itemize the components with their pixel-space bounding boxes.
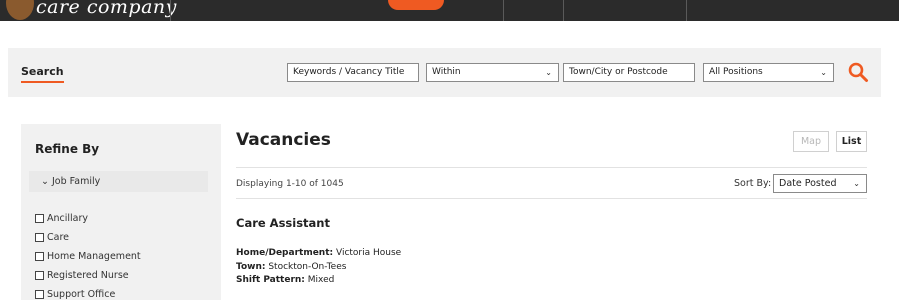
job-family-filter-list: Ancillary Care Home Management Registere… <box>35 209 141 300</box>
checkbox[interactable] <box>35 271 44 280</box>
results-count: Displaying 1-10 of 1045 <box>236 179 344 189</box>
list-view-button[interactable]: List <box>836 131 867 152</box>
refine-heading: Refine By <box>35 142 100 156</box>
job-family-toggle[interactable]: ⌄ Job Family <box>29 171 208 192</box>
header-divider <box>170 0 171 21</box>
filter-label: Home Management <box>47 251 141 262</box>
keywords-input[interactable]: Keywords / Vacancy Title <box>287 63 419 82</box>
positions-select[interactable]: All Positions ⌄ <box>703 63 834 82</box>
chevron-down-icon: ⌄ <box>853 179 860 188</box>
detail-label: Town: <box>236 262 266 272</box>
detail-value: Victoria House <box>335 248 402 258</box>
logo-mark-icon <box>6 0 34 20</box>
checkbox[interactable] <box>35 252 44 261</box>
nav-active-item[interactable] <box>388 0 444 10</box>
within-select-value: Within <box>432 67 461 77</box>
filter-label: Ancillary <box>47 213 89 224</box>
chevron-down-icon: ⌄ <box>545 68 552 77</box>
chevron-down-icon: ⌄ <box>41 176 49 187</box>
search-icon[interactable] <box>847 61 869 83</box>
filter-item-support-office[interactable]: Support Office <box>35 285 141 300</box>
top-header: care company <box>0 0 899 21</box>
checkbox[interactable] <box>35 214 44 223</box>
filter-label: Care <box>47 232 69 243</box>
page-title: Vacancies <box>236 130 331 150</box>
vacancy-town-row: Town: Stockton-On-Tees <box>236 262 346 272</box>
filter-item-ancillary[interactable]: Ancillary <box>35 209 141 228</box>
vacancy-title-link[interactable]: Care Assistant <box>236 216 330 230</box>
sort-label: Sort By: <box>734 178 772 189</box>
detail-value: Mixed <box>307 275 335 285</box>
checkbox[interactable] <box>35 290 44 299</box>
detail-value: Stockton-On-Tees <box>268 262 347 272</box>
filter-item-registered-nurse[interactable]: Registered Nurse <box>35 266 141 285</box>
chevron-down-icon: ⌄ <box>820 68 827 77</box>
job-family-label: Job Family <box>52 176 101 187</box>
filter-item-care[interactable]: Care <box>35 228 141 247</box>
nav-divider <box>686 0 687 21</box>
sort-select-value: Date Posted <box>779 178 837 189</box>
search-bar: Search Keywords / Vacancy Title Within ⌄… <box>8 48 881 97</box>
detail-label: Shift Pattern: <box>236 275 305 285</box>
filter-item-home-management[interactable]: Home Management <box>35 247 141 266</box>
map-view-button[interactable]: Map <box>793 131 829 152</box>
refine-panel: Refine By ⌄ Job Family Ancillary Care Ho… <box>21 124 221 300</box>
divider <box>236 198 867 199</box>
search-heading: Search <box>21 65 64 83</box>
nav-divider <box>563 0 564 21</box>
vacancy-home-row: Home/Department: Victoria House <box>236 248 401 258</box>
checkbox[interactable] <box>35 233 44 242</box>
vacancy-shift-row: Shift Pattern: Mixed <box>236 275 334 285</box>
sort-select[interactable]: Date Posted ⌄ <box>773 174 867 193</box>
positions-select-value: All Positions <box>709 67 763 77</box>
detail-label: Home/Department: <box>236 248 334 258</box>
filter-label: Support Office <box>47 289 116 300</box>
logo-wordmark: care company <box>36 0 177 18</box>
nav-divider <box>503 0 504 21</box>
filter-label: Registered Nurse <box>47 270 129 281</box>
divider <box>236 167 867 168</box>
location-input[interactable]: Town/City or Postcode <box>563 63 695 82</box>
within-select[interactable]: Within ⌄ <box>426 63 559 82</box>
company-logo[interactable]: care company <box>0 0 176 20</box>
